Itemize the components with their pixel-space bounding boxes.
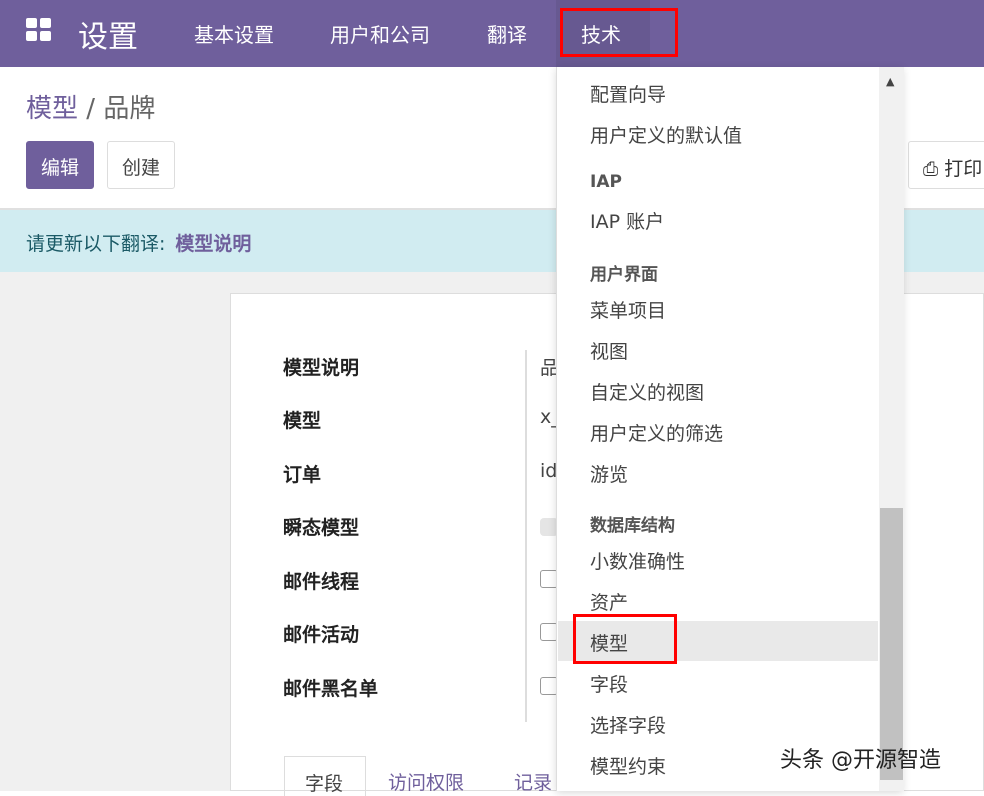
top-navbar: 设置 基本设置 用户和公司 翻译 技术: [0, 0, 984, 67]
tab-fields[interactable]: 字段: [284, 756, 366, 796]
menu-header-iap: IAP: [590, 172, 622, 192]
scroll-up-arrow-icon[interactable]: ▲: [886, 75, 894, 88]
menu-item-user-filters[interactable]: 用户定义的筛选: [590, 419, 723, 446]
menu-item-user-defaults[interactable]: 用户定义的默认值: [590, 121, 742, 148]
menu-item-selection-fields[interactable]: 选择字段: [590, 711, 666, 738]
scrollbar-thumb[interactable]: [880, 508, 903, 780]
value-order: id: [540, 460, 558, 482]
menu-item-iap-account[interactable]: IAP 账户: [590, 207, 664, 234]
highlight-box-technical: [560, 8, 678, 57]
menu-item-model-constraints[interactable]: 模型约束: [590, 752, 666, 779]
label-order: 订单: [283, 464, 322, 486]
printer-icon: ⎙: [923, 158, 939, 180]
alert-text: 请更新以下翻译:: [26, 233, 166, 255]
menu-users-companies[interactable]: 用户和公司: [330, 19, 430, 48]
breadcrumb-separator: /: [86, 94, 96, 124]
breadcrumb-current: 品牌: [103, 94, 156, 124]
menu-item-config-wizard[interactable]: 配置向导: [590, 80, 666, 107]
menu-header-ui: 用户界面: [590, 265, 658, 285]
menu-translations[interactable]: 翻译: [487, 19, 527, 48]
divider: [525, 350, 527, 722]
menu-item-menu-items[interactable]: 菜单项目: [590, 296, 666, 323]
menu-basic-settings[interactable]: 基本设置: [194, 19, 274, 48]
dropdown-scrollbar[interactable]: ▲: [879, 67, 904, 791]
menu-item-custom-views[interactable]: 自定义的视图: [590, 378, 704, 405]
highlight-box-models: [573, 614, 677, 664]
technical-dropdown-menu: 配置向导 用户定义的默认值 IAP IAP 账户 用户界面 菜单项目 视图 自定…: [556, 67, 904, 791]
apps-grid-icon[interactable]: [26, 18, 52, 42]
print-button[interactable]: ⎙ 打印: [908, 141, 984, 189]
create-button[interactable]: 创建: [107, 141, 176, 189]
breadcrumb: 模型 / 品牌: [26, 88, 155, 125]
menu-item-views[interactable]: 视图: [590, 337, 628, 364]
menu-item-decimal-accuracy[interactable]: 小数准确性: [590, 547, 685, 574]
edit-button[interactable]: 编辑: [26, 141, 95, 189]
label-model-description: 模型说明: [283, 357, 360, 379]
label-mail-activity: 邮件活动: [283, 624, 360, 646]
label-mail-thread: 邮件线程: [283, 571, 360, 593]
breadcrumb-parent[interactable]: 模型: [26, 94, 78, 124]
label-mail-blacklist: 邮件黑名单: [283, 678, 379, 700]
menu-item-tours[interactable]: 游览: [590, 460, 628, 487]
watermark: 头条 @开源智造: [780, 748, 941, 773]
print-label: 打印: [944, 158, 983, 180]
menu-item-fields[interactable]: 字段: [590, 670, 628, 697]
label-transient: 瞬态模型: [283, 517, 360, 539]
label-model: 模型: [283, 410, 322, 432]
alert-link[interactable]: 模型说明: [175, 233, 251, 255]
app-title: 设置: [78, 20, 138, 55]
menu-header-database: 数据库结构: [590, 516, 675, 536]
menu-item-assets[interactable]: 资产: [590, 588, 628, 615]
